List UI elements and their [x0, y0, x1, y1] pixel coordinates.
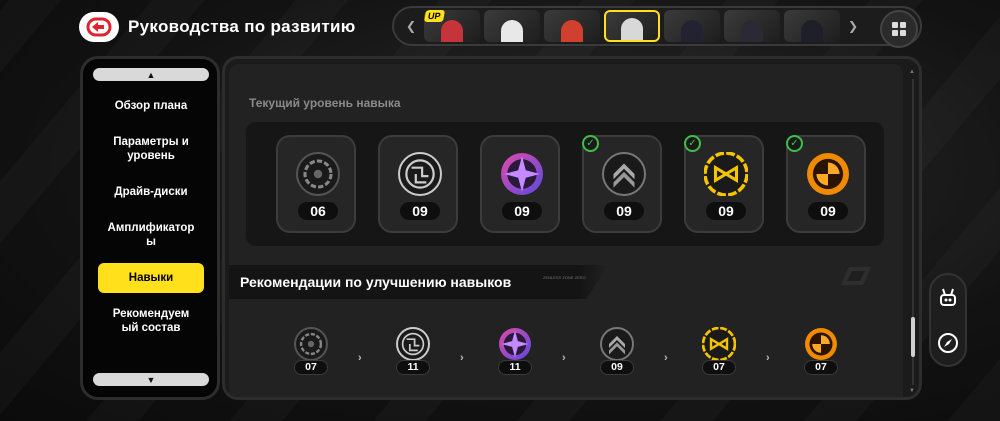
sidebar-item[interactable]: Рекомендуем ый состав: [98, 299, 204, 343]
character-portrait: [621, 18, 643, 40]
check-icon: ✓: [684, 135, 701, 152]
chevron-right-icon: ›: [664, 352, 668, 364]
recommend-level: 07: [804, 360, 838, 375]
character-portrait: [801, 20, 823, 42]
skill-card[interactable]: 09: [378, 135, 458, 233]
current-level-label: Текущий уровень навыка: [249, 96, 401, 110]
skill-card[interactable]: 09 ✓: [582, 135, 662, 233]
chain-attack-icon: [703, 151, 749, 197]
sidebar-item[interactable]: Параметры и уровень: [98, 127, 204, 171]
bangboo-icon: [940, 288, 956, 306]
core-skill-icon: [806, 152, 850, 196]
special-attack-icon: [600, 327, 634, 361]
character-thumb[interactable]: [784, 10, 840, 42]
character-portrait: [441, 20, 463, 42]
recommend-title: Рекомендации по улучшению навыков: [240, 274, 512, 290]
grid-icon: [892, 22, 906, 36]
recommend-skill: 07: [801, 327, 841, 381]
character-thumb[interactable]: [604, 10, 660, 42]
sidebar-scroll-up-button[interactable]: ▲: [93, 68, 209, 81]
skill-level: 09: [808, 202, 848, 220]
recommend-skill: 11: [495, 327, 535, 381]
skill-level: 09: [400, 202, 440, 220]
current-skills-box: 06 09 09 09 ✓ 09 ✓ 09 ✓: [246, 122, 884, 246]
next-character-button[interactable]: ❯: [846, 19, 860, 33]
scroll-down-arrow[interactable]: ▼: [909, 388, 915, 394]
special-attack-icon: [602, 152, 646, 196]
compass-button[interactable]: [936, 331, 960, 355]
sidebar: ▲ Обзор плана Параметры и уровень Драйв-ди…: [80, 56, 220, 400]
recommend-skill: 07: [699, 326, 739, 381]
main-content: Текущий уровень навыка 06 09 09 09 ✓ 09 ✓ …: [229, 64, 903, 397]
core-skill-icon: [804, 327, 838, 361]
skill-card[interactable]: 06: [276, 135, 356, 233]
page-title: Руководства по развитию: [128, 17, 356, 36]
dodge-icon: [398, 152, 442, 196]
bangboo-button[interactable]: [936, 285, 960, 309]
character-portrait: [561, 20, 583, 42]
sidebar-scroll-down-button[interactable]: ▼: [93, 373, 209, 386]
character-thumb[interactable]: [544, 10, 600, 42]
return-arrow-icon: [86, 17, 112, 37]
character-thumb[interactable]: UP: [424, 10, 480, 42]
chevron-right-icon: ›: [562, 352, 566, 364]
assist-icon: [498, 327, 532, 361]
main-panel: Текущий уровень навыка 06 09 09 09 ✓ 09 ✓ …: [222, 56, 922, 400]
recommend-skill: 07: [291, 327, 331, 381]
main-scrollbar[interactable]: ▲ ▼: [909, 69, 916, 394]
skill-card[interactable]: 09 ✓: [786, 135, 866, 233]
assist-icon: [500, 152, 544, 196]
sidebar-item[interactable]: Навыки: [98, 263, 204, 293]
character-portrait: [681, 20, 703, 42]
recommend-level: 07: [294, 360, 328, 375]
recommend-level: 07: [702, 360, 736, 375]
basic-attack-icon: [294, 327, 328, 361]
prev-character-button[interactable]: ❮: [404, 19, 418, 33]
scroll-thumb[interactable]: [911, 317, 915, 357]
compass-icon: [938, 333, 958, 353]
chevron-right-icon: ›: [358, 352, 362, 364]
scroll-up-arrow[interactable]: ▲: [909, 69, 915, 75]
character-thumb[interactable]: [724, 10, 780, 42]
up-badge: UP: [424, 10, 445, 22]
skill-level: 09: [604, 202, 644, 220]
chevron-right-icon: ›: [766, 352, 770, 364]
recommend-header: Рекомендации по улучшению навыков ZENLES…: [229, 265, 609, 299]
quick-actions: [929, 273, 967, 367]
character-portrait: [501, 20, 523, 42]
dodge-icon: [396, 327, 430, 361]
sidebar-item[interactable]: Драйв-диски: [98, 177, 204, 207]
skill-level: 09: [706, 202, 746, 220]
sidebar-item[interactable]: Обзор плана: [98, 91, 204, 121]
character-thumb[interactable]: [484, 10, 540, 42]
basic-attack-icon: [296, 152, 340, 196]
recommend-skills-row: 07 › 11 › 11 › 09 › 07 › 07: [229, 326, 909, 387]
skill-card[interactable]: 09 ✓: [684, 135, 764, 233]
recommend-level: 11: [396, 360, 430, 375]
deco-logo-mark: [839, 265, 879, 293]
back-button[interactable]: [79, 12, 119, 42]
skill-level: 06: [298, 202, 338, 220]
sidebar-item[interactable]: Амплификатор ы: [98, 213, 204, 257]
character-portrait: [741, 20, 763, 42]
chevron-right-icon: ›: [460, 352, 464, 364]
skill-card[interactable]: 09: [480, 135, 560, 233]
recommend-skill: 09: [597, 327, 637, 381]
recommend-level: 09: [600, 360, 634, 375]
character-selector: ❮ UP ❯: [392, 6, 922, 46]
skill-level: 09: [502, 202, 542, 220]
recommend-tag: ZENLESS ZONE ZERO: [543, 275, 586, 280]
check-icon: ✓: [786, 135, 803, 152]
recommend-level: 11: [498, 360, 532, 375]
check-icon: ✓: [582, 135, 599, 152]
grid-menu-button[interactable]: [880, 10, 918, 48]
character-thumb[interactable]: [664, 10, 720, 42]
recommend-skill: 11: [393, 327, 433, 381]
chain-attack-icon: [701, 326, 737, 362]
